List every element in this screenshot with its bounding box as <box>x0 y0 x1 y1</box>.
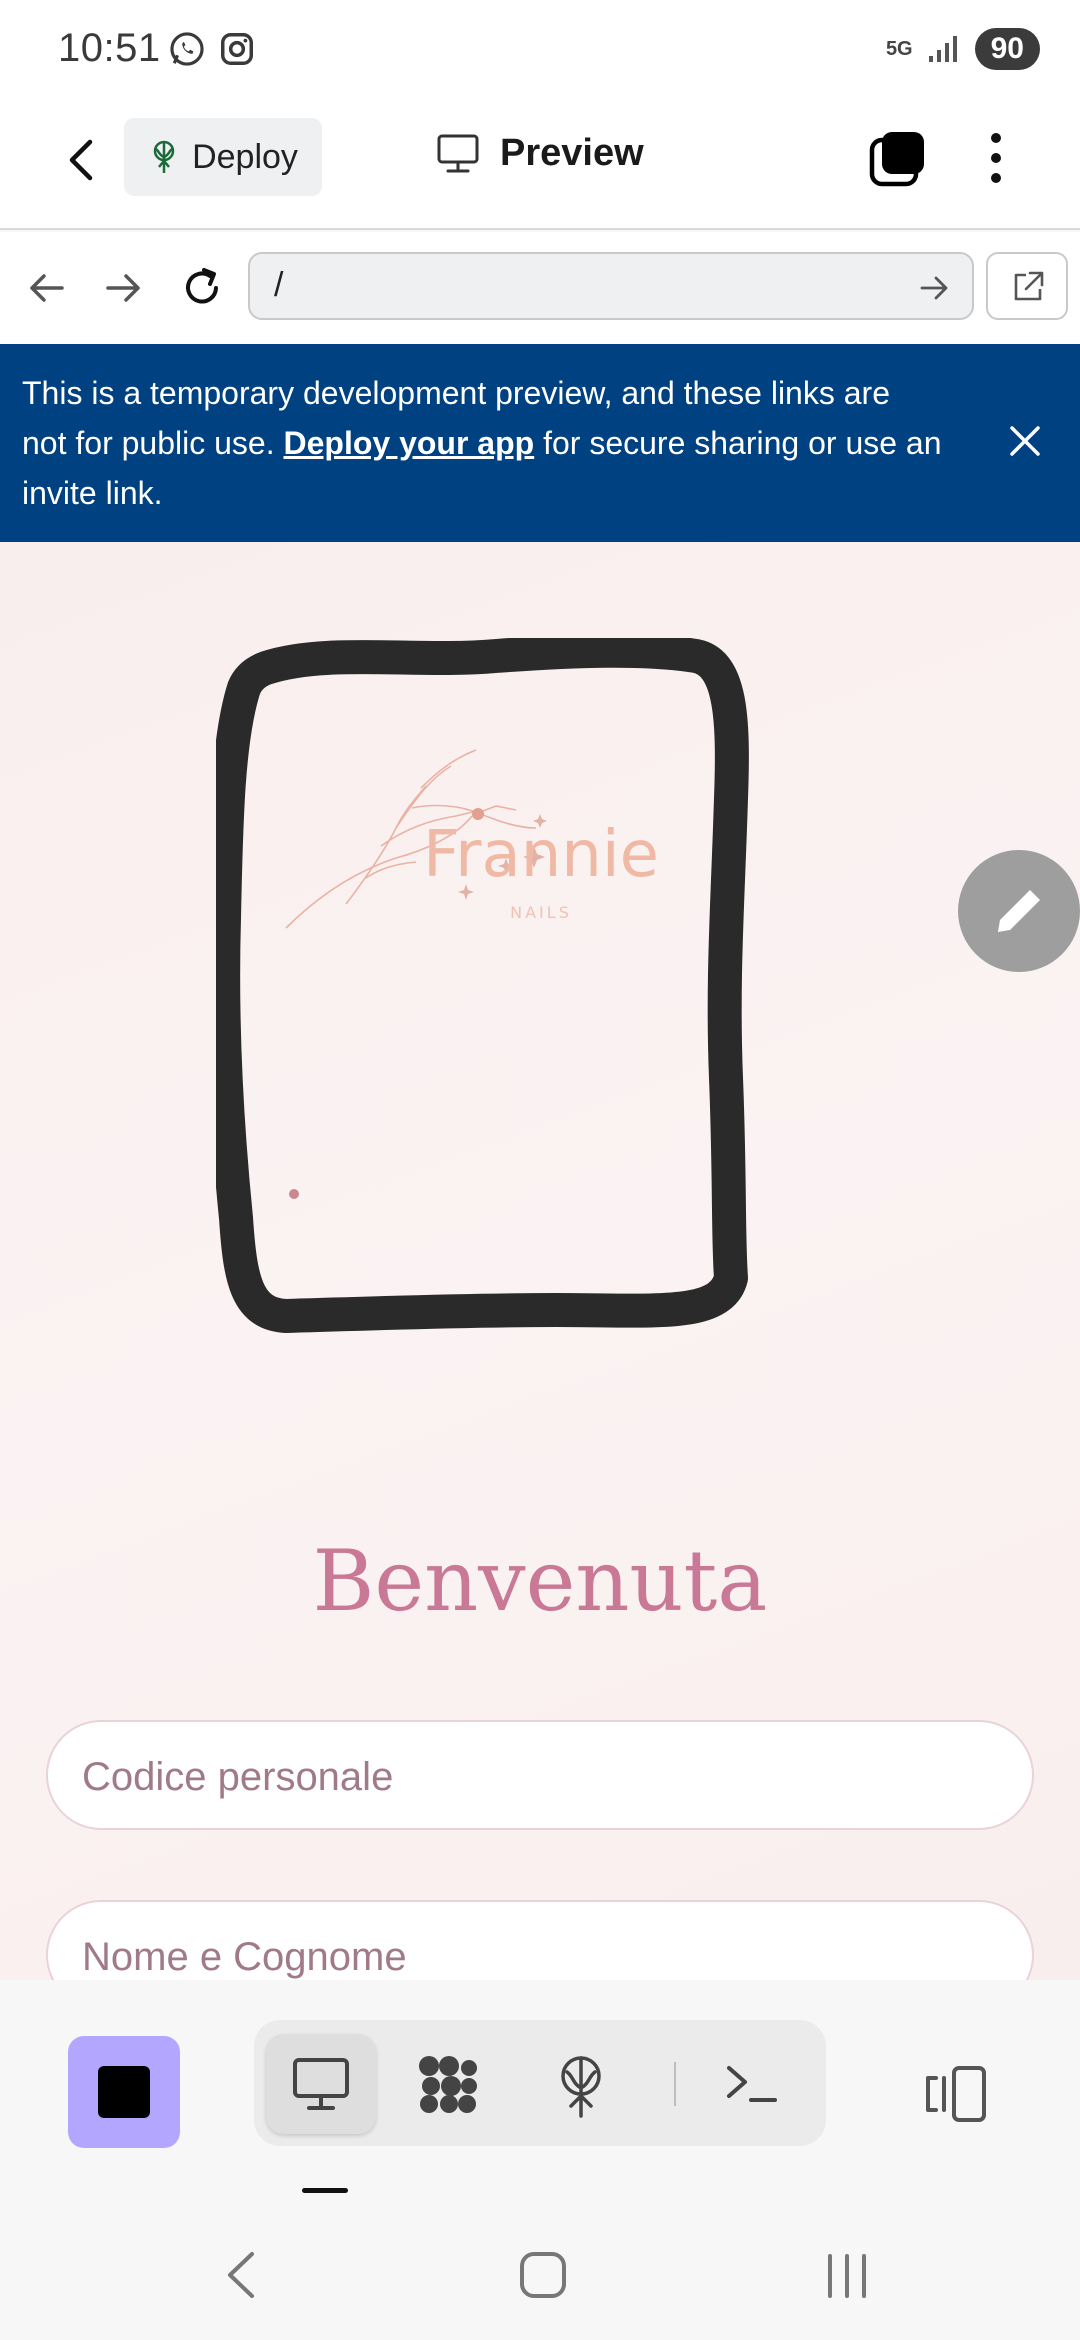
workspace-icon <box>419 2056 477 2113</box>
system-navigation-bar <box>0 2200 1080 2340</box>
page-title: Preview <box>500 132 644 174</box>
tabs-button[interactable] <box>868 128 928 188</box>
reload-icon[interactable] <box>176 262 228 314</box>
preview-tab[interactable] <box>266 2034 376 2134</box>
tool-switcher <box>254 2020 826 2146</box>
url-text: / <box>274 266 284 304</box>
decorative-dot <box>289 1189 299 1199</box>
system-home-icon[interactable] <box>518 2250 568 2300</box>
monitor-icon <box>437 134 479 172</box>
preview-tab-title[interactable]: Preview <box>436 132 644 175</box>
deploy-label: Deploy <box>192 137 298 176</box>
dev-preview-banner: This is a temporary development preview,… <box>0 344 1080 542</box>
url-bar: / <box>0 232 1080 344</box>
logo-image: Frannie NAILS <box>206 633 816 1358</box>
signal-icon <box>928 36 957 62</box>
active-tab-indicator <box>302 2188 348 2193</box>
preview-icon <box>293 2058 349 2110</box>
back-button[interactable] <box>52 130 112 190</box>
battery-indicator: 90 <box>974 28 1040 70</box>
welcome-heading: Benvenuta <box>312 1532 768 1630</box>
more-options-icon[interactable] <box>972 128 1020 188</box>
pencil-icon <box>998 890 1040 932</box>
logo-wordmark: Frannie <box>423 818 659 892</box>
url-input[interactable]: / <box>248 252 974 320</box>
console-icon <box>727 2066 777 2102</box>
workspace-tab[interactable] <box>392 2034 502 2134</box>
network-label: 5G <box>885 38 913 60</box>
side-panel-icon[interactable] <box>922 2064 992 2124</box>
deploy-icon <box>153 140 175 173</box>
status-time: 10:51 <box>58 26 161 70</box>
nav-back-icon[interactable] <box>20 262 72 314</box>
deploy-tab[interactable] <box>526 2034 636 2134</box>
nav-forward-icon[interactable] <box>98 262 150 314</box>
banner-message: This is a temporary development preview,… <box>22 368 942 518</box>
full-name-field[interactable] <box>46 1900 1034 1980</box>
edit-fab-button[interactable] <box>958 850 1080 972</box>
deploy-button[interactable]: Deploy <box>124 118 322 196</box>
close-icon[interactable] <box>1004 420 1046 462</box>
full-name-input[interactable] <box>82 1922 982 1980</box>
whatsapp-icon <box>170 32 204 66</box>
instagram-icon <box>221 33 253 65</box>
hand-drawn-frame: Frannie NAILS <box>206 633 749 1333</box>
app-bar: Deploy Preview <box>0 100 1080 230</box>
logo-tagline: NAILS <box>510 903 572 922</box>
status-bar: 10:51 5G 90 <box>0 0 1080 100</box>
deploy-icon <box>561 2056 601 2118</box>
open-external-button[interactable] <box>986 252 1068 320</box>
console-tab[interactable] <box>696 2034 806 2134</box>
personal-code-field[interactable] <box>46 1720 1034 1830</box>
deploy-your-app-link[interactable]: Deploy your app <box>283 425 534 461</box>
system-recents-icon[interactable] <box>822 2250 872 2300</box>
stop-button[interactable] <box>68 2036 180 2148</box>
app-content: Frannie NAILS Benvenuta <box>0 542 1080 1980</box>
personal-code-input[interactable] <box>82 1742 982 1812</box>
toolbar-divider <box>674 2062 676 2106</box>
system-back-icon[interactable] <box>220 2250 264 2300</box>
external-link-icon <box>1014 271 1044 301</box>
bottom-toolbar <box>0 1980 1080 2200</box>
go-arrow-icon[interactable] <box>914 268 954 308</box>
